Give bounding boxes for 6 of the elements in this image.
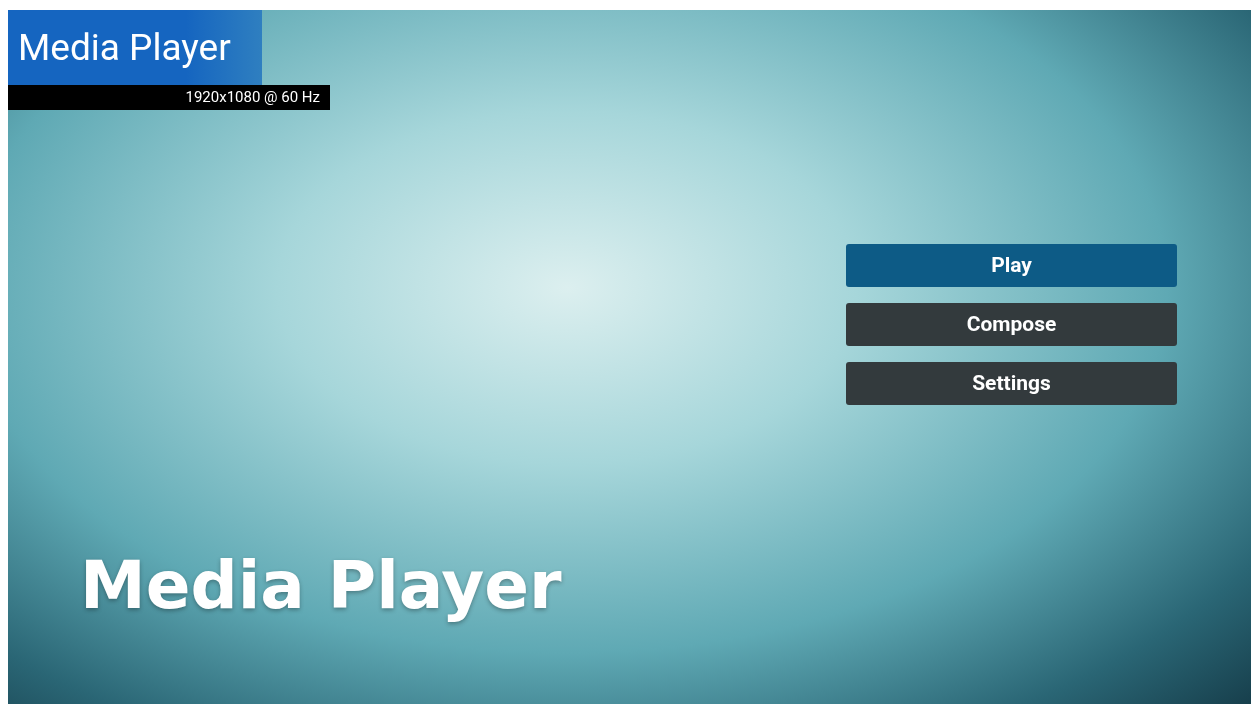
menu-button[interactable]: Settings: [846, 362, 1177, 405]
display-mode-text: 1920x1080 @ 60 Hz: [185, 90, 320, 105]
app-title: Media Player: [18, 29, 231, 66]
banner-title: Media Player: [80, 547, 562, 624]
menu-button[interactable]: Play: [846, 244, 1177, 287]
menu-button[interactable]: Compose: [846, 303, 1177, 346]
